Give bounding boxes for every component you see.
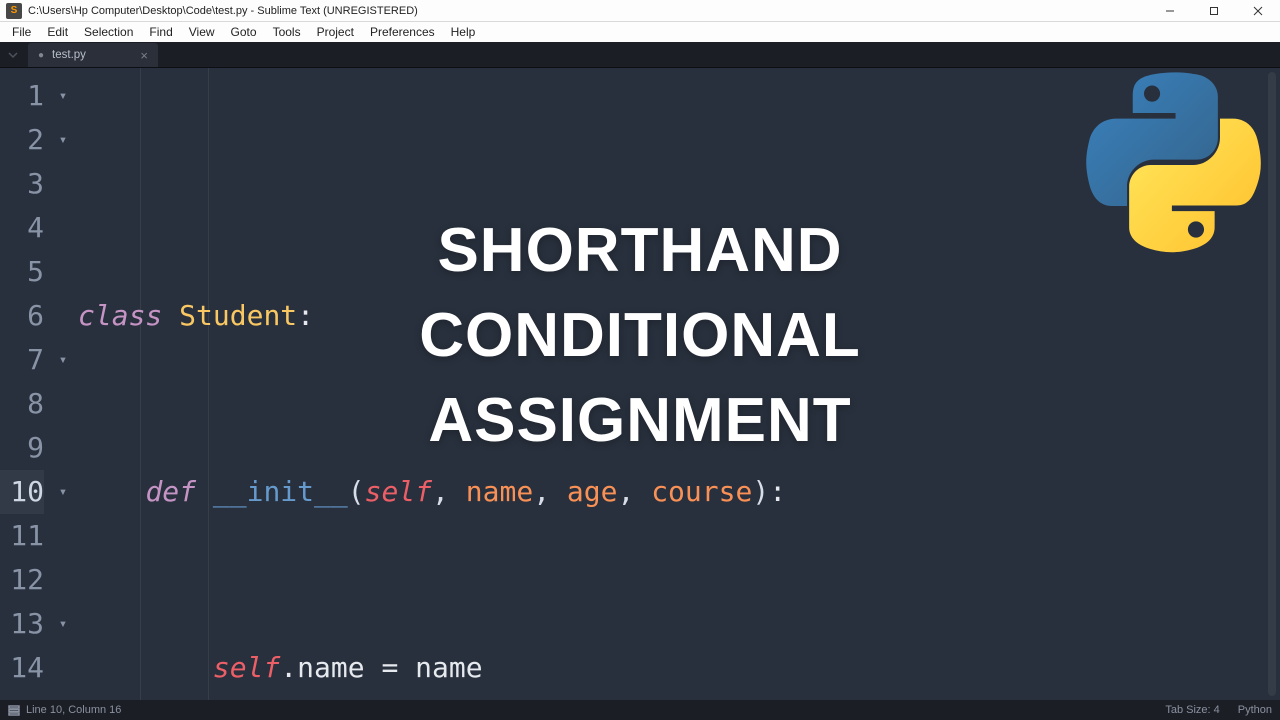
python-logo-icon <box>1082 72 1270 260</box>
menu-preferences[interactable]: Preferences <box>362 23 443 41</box>
tab-dirty-dot-icon: ● <box>38 50 44 61</box>
fold-marker-icon[interactable]: ▾ <box>54 470 72 514</box>
fold-empty <box>54 426 72 470</box>
tab-test-py[interactable]: ● test.py × <box>28 43 158 67</box>
line-number: 9 <box>0 426 44 470</box>
menu-selection[interactable]: Selection <box>76 23 141 41</box>
menu-edit[interactable]: Edit <box>39 23 76 41</box>
line-number: 11 <box>0 514 44 558</box>
fold-marker-icon[interactable]: ▾ <box>54 74 72 118</box>
editor[interactable]: 1234567891011121314 ▾▾▾▾▾ class Student:… <box>0 68 1280 700</box>
line-number: 8 <box>0 382 44 426</box>
fold-empty <box>54 250 72 294</box>
window-title: C:\Users\Hp Computer\Desktop\Code\test.p… <box>28 5 418 17</box>
fold-marker-icon[interactable]: ▾ <box>54 338 72 382</box>
menu-file[interactable]: File <box>4 23 39 41</box>
kw-class: class <box>78 299 162 332</box>
line-number: 1 <box>0 74 44 118</box>
window-controls <box>1148 0 1280 21</box>
line-number: 3 <box>0 162 44 206</box>
fold-empty <box>54 382 72 426</box>
status-menu-icon[interactable] <box>8 704 20 716</box>
fold-gutter: ▾▾▾▾▾ <box>54 68 72 700</box>
menu-project[interactable]: Project <box>309 23 362 41</box>
line-number: 6 <box>0 294 44 338</box>
tab-bar: ● test.py × <box>0 42 1280 68</box>
line-number: 4 <box>0 206 44 250</box>
line-number: 5 <box>0 250 44 294</box>
fold-empty <box>54 558 72 602</box>
fold-empty <box>54 294 72 338</box>
menu-goto[interactable]: Goto <box>223 23 265 41</box>
menu-bar: FileEditSelectionFindViewGotoToolsProjec… <box>0 22 1280 42</box>
tab-close-icon[interactable]: × <box>140 48 148 63</box>
fold-empty <box>54 206 72 250</box>
window-maximize-button[interactable] <box>1192 0 1236 21</box>
line-number: 12 <box>0 558 44 602</box>
line-number: 13 <box>0 602 44 646</box>
fold-empty <box>54 514 72 558</box>
menu-find[interactable]: Find <box>141 23 180 41</box>
window-close-button[interactable] <box>1236 0 1280 21</box>
tab-label: test.py <box>52 49 86 61</box>
fold-empty <box>54 162 72 206</box>
fn-init: __init__ <box>213 475 348 508</box>
fold-marker-icon[interactable]: ▾ <box>54 118 72 162</box>
menu-tools[interactable]: Tools <box>265 23 309 41</box>
fold-marker-icon[interactable]: ▾ <box>54 602 72 646</box>
app-icon: S <box>6 3 22 19</box>
menu-help[interactable]: Help <box>443 23 484 41</box>
line-number: 10 <box>0 470 44 514</box>
menu-view[interactable]: View <box>181 23 223 41</box>
os-titlebar: S C:\Users\Hp Computer\Desktop\Code\test… <box>0 0 1280 22</box>
window-minimize-button[interactable] <box>1148 0 1192 21</box>
line-number: 7 <box>0 338 44 382</box>
line-number: 2 <box>0 118 44 162</box>
tab-dropdown-icon[interactable] <box>0 42 26 67</box>
fold-empty <box>54 646 72 690</box>
line-number: 14 <box>0 646 44 690</box>
class-name: Student <box>179 299 297 332</box>
line-number-gutter: 1234567891011121314 <box>0 68 54 700</box>
